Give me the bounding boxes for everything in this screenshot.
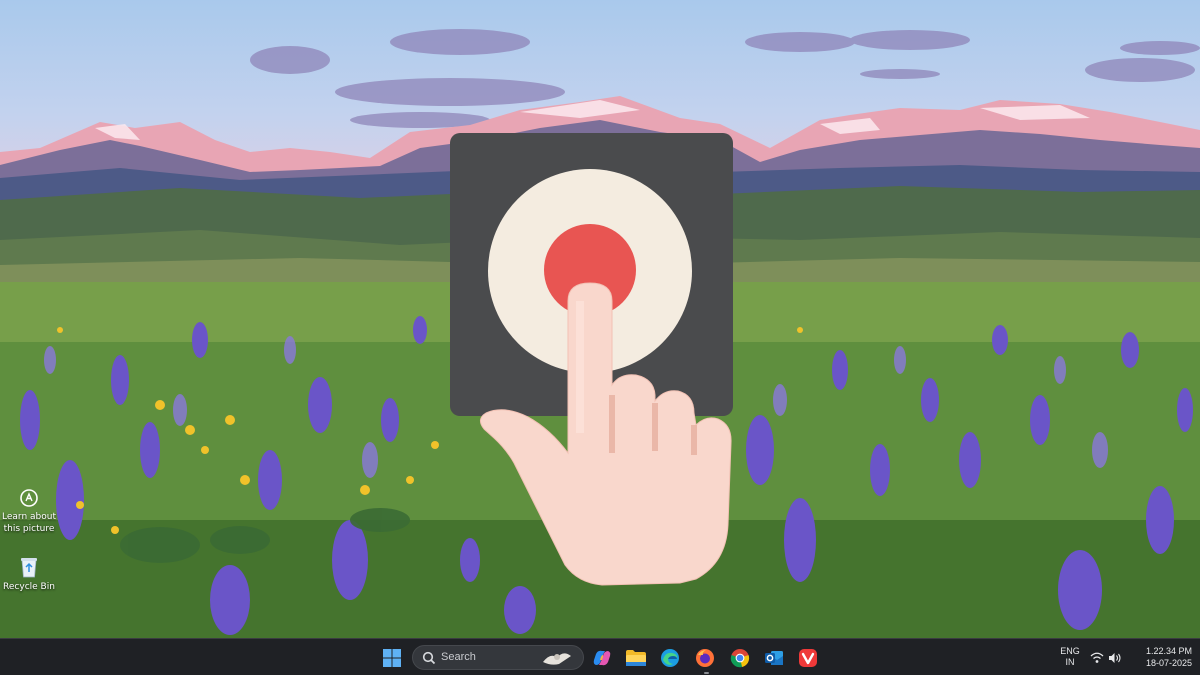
- vivaldi-icon: [799, 649, 817, 667]
- taskbar-vivaldi[interactable]: [796, 646, 820, 670]
- file-explorer-icon: [626, 650, 646, 666]
- start-button[interactable]: [380, 646, 404, 670]
- clock-time: 1.22.34 PM: [1145, 646, 1192, 656]
- desktop-icon-recycle-bin[interactable]: Recycle Bin: [0, 556, 58, 593]
- volume-icon: [1109, 653, 1121, 663]
- clock[interactable]: 1.22.34 PM 18-07-2025: [1128, 645, 1192, 669]
- recycle-bin-icon: [21, 558, 37, 578]
- copilot-icon: [593, 650, 611, 666]
- press-button-finger-icon: [480, 169, 732, 586]
- taskbar-copilot[interactable]: [590, 646, 614, 670]
- search-placeholder: Search: [441, 651, 476, 663]
- taskbar-edge[interactable]: [658, 646, 682, 670]
- learn-about-icon: [20, 489, 38, 507]
- taskbar: Search ENG IN 1.22.34 PM 18-07-2025: [0, 638, 1200, 675]
- desktop-icon-learn-about-picture[interactable]: Learn about this picture: [0, 488, 58, 535]
- taskbar-chrome[interactable]: [728, 646, 752, 670]
- language-code: ENG: [1060, 646, 1080, 656]
- chrome-icon: [730, 649, 750, 668]
- search-box[interactable]: Search: [412, 645, 584, 670]
- firefox-active-indicator: [704, 672, 709, 674]
- region-code: IN: [1065, 657, 1075, 667]
- edge-icon: [661, 649, 679, 667]
- recycle-bin-label: Recycle Bin: [3, 582, 55, 592]
- search-highlight-art-icon: [543, 653, 571, 665]
- search-icon: [422, 651, 436, 665]
- wifi-icon: [1090, 652, 1104, 663]
- outlook-icon: [765, 651, 783, 665]
- taskbar-file-explorer[interactable]: [624, 646, 648, 670]
- taskbar-firefox[interactable]: [693, 646, 717, 670]
- firefox-icon: [696, 649, 714, 667]
- learn-about-label-line2: this picture: [3, 524, 55, 534]
- system-tray-icons[interactable]: [1090, 651, 1122, 665]
- learn-about-label-line1: Learn about: [2, 512, 56, 522]
- language-indicator[interactable]: ENG IN: [1055, 646, 1085, 668]
- clock-date: 18-07-2025: [1145, 658, 1192, 668]
- windows-start-icon: [383, 649, 401, 667]
- taskbar-outlook[interactable]: [762, 646, 786, 670]
